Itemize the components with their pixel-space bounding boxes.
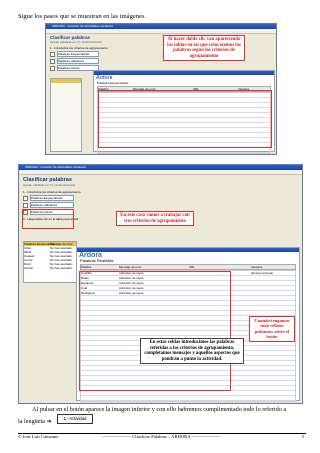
footer-author: © José Luis Catuzano <box>18 434 59 439</box>
footer-title-text: Clasificar Palabras – ARDORA <box>132 434 191 439</box>
criterion-row: Palabras Esquemáticas <box>23 195 163 201</box>
word-list-panel[interactable]: Palabras Esquemáticas Mensaje de error Á… <box>23 241 77 283</box>
criteria-label: 1.- Introduzca los criterios de agrupami… <box>23 190 81 194</box>
group-title: Palabras Esquemáticas <box>97 81 129 85</box>
criterion-input[interactable]: Palabras Hablantes <box>57 58 99 64</box>
criterion-checkbox[interactable] <box>50 58 55 64</box>
caption-line-2: la lengüeta <box>18 418 45 425</box>
criterion-checkbox[interactable] <box>23 195 28 201</box>
highlight-criteria-box <box>22 209 74 229</box>
page-subtitle: Ayuda: palabras en (*) ( (instrucciones) <box>50 40 102 44</box>
column-header: Mensaje de error <box>119 265 142 269</box>
criterion-input[interactable]: Palabras Esquemáticas <box>30 195 74 201</box>
list-word: Azúcar <box>24 266 34 270</box>
footer-page-number: 5 <box>301 434 304 439</box>
list-header <box>51 79 81 83</box>
footer-title: ------------------- Clasificar Palabras … <box>102 434 221 439</box>
criterion-row: Palabras Esquemáticas <box>50 51 150 57</box>
criterion-row: Palabras Hablantes <box>23 202 163 208</box>
callout-double-click: Al hacer doble clic van apareciendo las … <box>163 35 245 62</box>
footer-dashes-right: ------------------- <box>191 434 221 439</box>
callout-fill-cells: En estas celdas introducimos las palabra… <box>140 338 244 365</box>
tab-activity-label: 1.- Actividad <box>57 414 93 424</box>
column-header: URL <box>189 265 196 269</box>
highlight-box <box>98 90 272 148</box>
callout-three-criteria: En este caso vamos a trabajar con tres c… <box>116 211 194 227</box>
callout-press-button: Cuando tengamos todo relleno pulsamos so… <box>249 316 295 342</box>
list-item[interactable]: Azúcar No has acertado. <box>24 266 76 270</box>
criterion-checkbox[interactable] <box>50 65 55 71</box>
page-subtitle: Ayuda: palabras en (*) ( (instrucciones) <box>23 183 75 187</box>
word-list-panel[interactable] <box>50 78 82 152</box>
group-title: Palabras Realistas <box>80 258 114 263</box>
arrow-right-icon: ➜ <box>46 418 52 425</box>
screenshot-bottom-window: ARDORA - Creación de actividades escolar… <box>18 164 303 404</box>
criterion-input[interactable]: Palabras Esquemáticas <box>57 51 99 57</box>
instructions-text: Sigue los pasos que se muestran en las i… <box>18 13 146 20</box>
column-header: Palabra <box>81 265 92 269</box>
caption-line-2-wrap: la lengüeta ➜ <box>18 418 52 425</box>
criterion-row: Palabras Hablantes <box>50 58 150 64</box>
highlight-cells-box <box>79 271 231 391</box>
menu-bar <box>46 29 276 34</box>
menu-bar <box>19 170 302 175</box>
criterion-checkbox[interactable] <box>50 51 55 57</box>
caption-paragraph: Al pulsar en el botón aparece la imagen … <box>32 405 307 414</box>
column-header: Ventana <box>251 265 263 269</box>
caption-line-1: Al pulsar en el botón aparece la imagen … <box>32 406 287 413</box>
criterion-checkbox[interactable] <box>23 202 28 208</box>
list-message: No has acertado. <box>50 266 73 270</box>
cell-window[interactable]: (Nueva ventana) <box>251 271 273 275</box>
footer-dashes-left: ------------------- <box>102 434 132 439</box>
criteria-label: 1.- Introduzca los criterios de agrupami… <box>50 46 108 50</box>
criterion-input[interactable]: Palabras Hablantes <box>30 202 74 208</box>
